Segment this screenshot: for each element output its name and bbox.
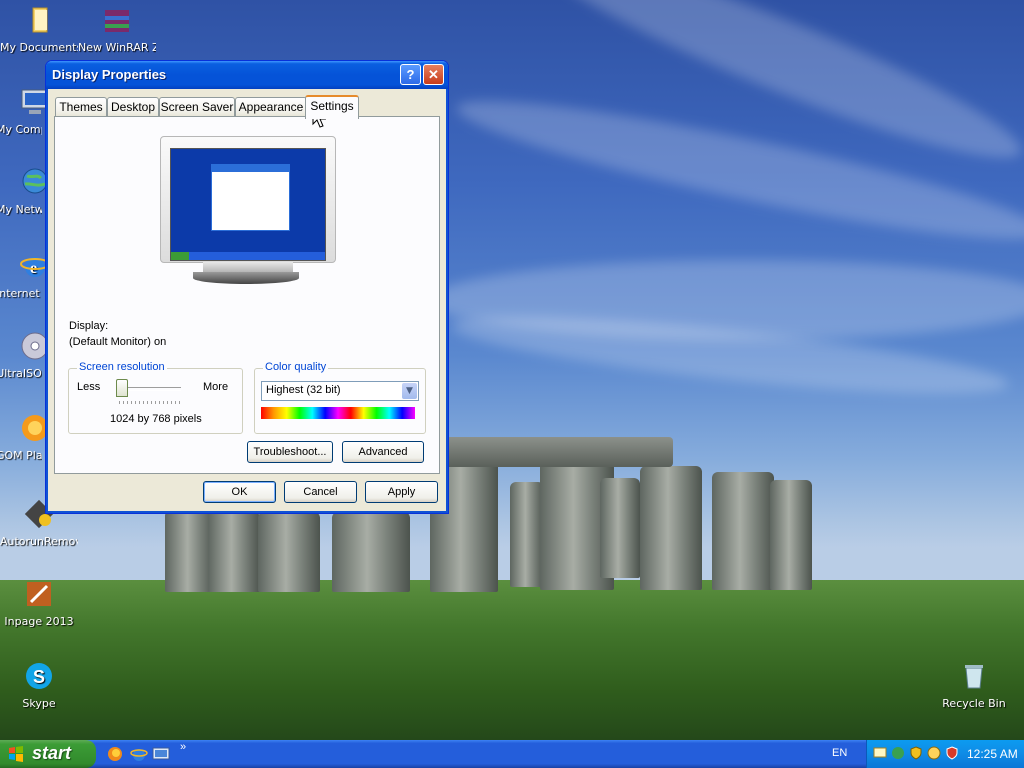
resolution-more-label: More xyxy=(203,381,229,393)
tray-antivirus-icon[interactable] xyxy=(945,746,959,760)
language-indicator[interactable]: EN xyxy=(832,747,847,759)
screen-resolution-title: Screen resolution xyxy=(77,361,167,373)
help-button[interactable]: ? xyxy=(400,64,421,85)
close-button[interactable]: ✕ xyxy=(423,64,444,85)
help-icon: ? xyxy=(406,67,415,82)
resolution-slider-track[interactable] xyxy=(119,387,181,391)
color-spectrum-bar xyxy=(261,407,415,419)
dialog-titlebar[interactable]: Display Properties ? ✕ xyxy=(46,61,448,89)
monitor-stand-base xyxy=(193,272,299,284)
tab-themes[interactable]: Themes xyxy=(55,97,107,116)
resolution-slider-ticks xyxy=(119,401,181,404)
monitor-stand-neck xyxy=(203,262,293,272)
preview-start-button xyxy=(171,252,189,260)
recycle-bin-icon xyxy=(965,665,983,689)
color-quality-dropdown[interactable]: Highest (32 bit) ▼ xyxy=(261,381,419,401)
desktop-icon-inpage[interactable]: Inpage 2013 xyxy=(0,578,78,628)
tray-update-icon[interactable] xyxy=(891,746,905,760)
preview-taskbar xyxy=(171,252,325,260)
quicklaunch-expand-icon[interactable]: » xyxy=(180,741,186,753)
desktop-icon-recycle-bin[interactable]: Recycle Bin xyxy=(935,660,1013,710)
folder-icon xyxy=(32,7,48,33)
tray-messenger-icon[interactable] xyxy=(927,746,941,760)
quicklaunch-ie-icon[interactable] xyxy=(130,745,148,763)
resolution-slider-thumb[interactable] xyxy=(116,379,128,397)
display-label: Display: xyxy=(69,320,109,332)
close-icon: ✕ xyxy=(428,67,439,82)
taskbar: start » EN 12:25 AM xyxy=(0,740,1024,768)
inpage-icon xyxy=(27,582,51,606)
tray-network-icon[interactable] xyxy=(873,746,887,760)
windows-flag-icon xyxy=(9,746,23,762)
desktop-icon-my-documents[interactable]: My Documents xyxy=(0,4,78,54)
clock[interactable]: 12:25 AM xyxy=(967,747,1018,761)
desktop-icon-skype[interactable]: S Skype xyxy=(0,660,78,710)
tab-settings[interactable]: Settings xyxy=(305,95,359,119)
settings-panel: Display: (Default Monitor) on Screen res… xyxy=(54,116,440,474)
resolution-value: 1024 by 768 pixels xyxy=(110,413,202,425)
tab-screen-saver[interactable]: Screen Saver xyxy=(159,97,235,116)
svg-text:S: S xyxy=(33,667,45,687)
advanced-button[interactable]: Advanced xyxy=(342,441,424,463)
dialog-title: Display Properties xyxy=(52,67,167,82)
troubleshoot-button[interactable]: Troubleshoot... xyxy=(247,441,333,463)
cancel-button[interactable]: Cancel xyxy=(284,481,357,503)
grass-field xyxy=(0,580,1024,740)
apply-button[interactable]: Apply xyxy=(365,481,438,503)
skype-icon: S xyxy=(26,663,52,689)
tray-security-shield-icon[interactable] xyxy=(909,746,923,760)
monitor-preview-screen xyxy=(170,148,326,261)
resolution-less-label: Less xyxy=(77,381,101,393)
system-tray: 12:25 AM xyxy=(866,740,1024,768)
monitor-preview xyxy=(160,136,336,263)
display-value: (Default Monitor) on xyxy=(69,336,167,348)
display-properties-dialog: Display Properties ? ✕ Themes Desktop Sc… xyxy=(45,60,449,514)
winrar-archive-icon xyxy=(105,10,129,32)
start-button[interactable]: start xyxy=(0,740,96,768)
quicklaunch-show-desktop-icon[interactable] xyxy=(152,745,170,763)
quicklaunch-firefox-icon[interactable] xyxy=(106,745,124,763)
color-quality-selected: Highest (32 bit) xyxy=(266,384,341,396)
desktop-icon-winrar-archive[interactable]: New WinRAR ZIP archive xyxy=(78,4,156,54)
screen-resolution-group: Screen resolution Less More 1024 by 768 … xyxy=(68,361,243,434)
tab-appearance[interactable]: Appearance xyxy=(235,97,307,116)
color-quality-title: Color quality xyxy=(263,361,329,373)
start-label: start xyxy=(32,743,72,763)
color-quality-group: Color quality Highest (32 bit) ▼ xyxy=(254,361,426,434)
tab-desktop[interactable]: Desktop xyxy=(107,97,159,116)
preview-window xyxy=(211,164,290,231)
ok-button[interactable]: OK xyxy=(203,481,276,503)
chevron-down-icon[interactable]: ▼ xyxy=(402,383,417,399)
